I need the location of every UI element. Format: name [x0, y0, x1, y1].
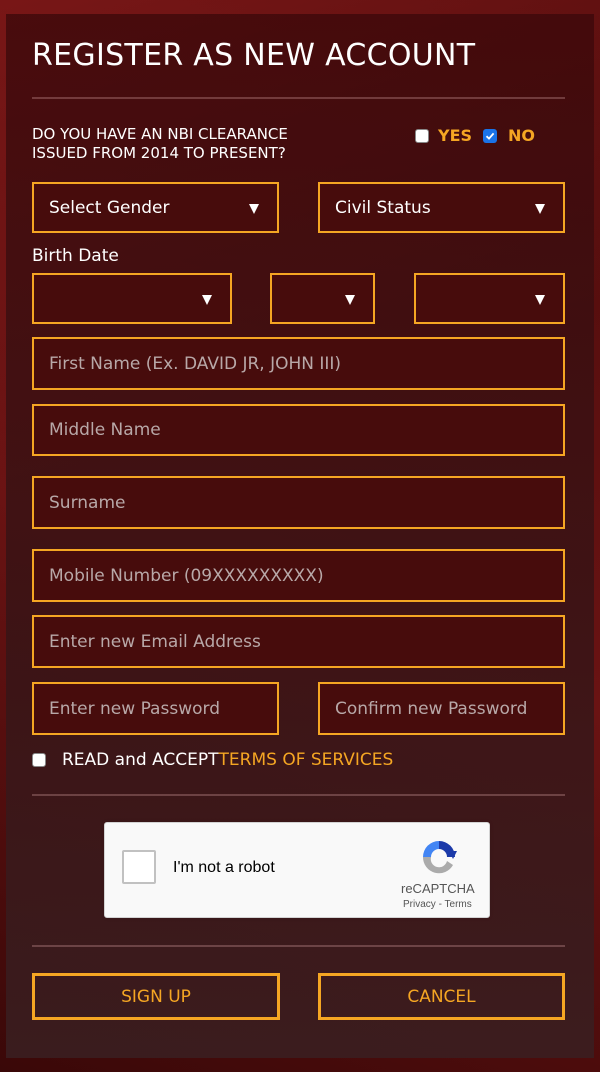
divider-top: [32, 97, 565, 99]
nbi-no-checkbox[interactable]: [483, 128, 497, 143]
dropdown-arrow-icon: [249, 203, 259, 214]
dropdown-arrow-icon: [535, 294, 545, 305]
mobile-number-input[interactable]: Mobile Number (09XXXXXXXXX): [32, 549, 565, 602]
civil-status-select[interactable]: Civil Status: [318, 182, 565, 233]
cancel-button[interactable]: CANCEL: [318, 973, 565, 1020]
confirm-password-input[interactable]: Confirm new Password: [318, 682, 565, 735]
recaptcha-brand: reCAPTCHA: [401, 881, 475, 896]
confirm-password-placeholder: Confirm new Password: [335, 698, 528, 719]
surname-placeholder: Surname: [49, 492, 126, 513]
surname-input[interactable]: Surname: [32, 476, 565, 529]
middle-name-placeholder: Middle Name: [49, 420, 161, 440]
first-name-placeholder: First Name (Ex. DAVID JR, JOHN III): [49, 353, 342, 374]
gender-select[interactable]: Select Gender: [32, 182, 279, 233]
sign-up-button[interactable]: SIGN UP: [32, 973, 280, 1020]
page-title: REGISTER AS NEW ACCOUNT: [32, 38, 476, 73]
dropdown-arrow-icon: [202, 294, 212, 305]
first-name-input[interactable]: First Name (Ex. DAVID JR, JOHN III): [32, 337, 565, 390]
nbi-question-line1: DO YOU HAVE AN NBI CLEARANCE: [32, 125, 288, 143]
recaptcha-label: I'm not a robot: [173, 859, 275, 876]
recaptcha-widget: I'm not a robot reCAPTCHA Privacy - Term…: [104, 822, 490, 918]
terms-prefix: READ and ACCEPT: [62, 750, 219, 770]
nbi-no-label[interactable]: NO: [508, 126, 535, 145]
recaptcha-logo-icon: [422, 841, 457, 874]
birth-date-label: Birth Date: [32, 246, 119, 266]
divider-bottom: [32, 945, 565, 947]
terms-row: READ and ACCEPT TERMS OF SERVICES: [32, 750, 393, 770]
nbi-yes-checkbox[interactable]: [415, 128, 429, 143]
recaptcha-links: Privacy - Terms: [403, 899, 472, 910]
nbi-question-line2: ISSUED FROM 2014 TO PRESENT?: [32, 144, 286, 162]
birth-day-select[interactable]: [270, 273, 375, 324]
email-placeholder: Enter new Email Address: [49, 631, 261, 652]
password-placeholder: Enter new Password: [49, 698, 220, 719]
middle-name-input[interactable]: Middle Name: [32, 404, 565, 456]
recaptcha-terms-link[interactable]: Terms: [445, 899, 472, 910]
recaptcha-privacy-link[interactable]: Privacy: [403, 899, 436, 910]
checkmark-icon: [485, 132, 495, 140]
nbi-no-option[interactable]: NO: [483, 126, 535, 145]
dropdown-arrow-icon: [345, 294, 355, 305]
birth-year-select[interactable]: [414, 273, 565, 324]
mobile-number-placeholder: Mobile Number (09XXXXXXXXX): [49, 565, 324, 586]
nbi-question: DO YOU HAVE AN NBI CLEARANCE ISSUED FROM…: [32, 125, 332, 163]
birth-month-select[interactable]: [32, 273, 232, 324]
divider-middle: [32, 794, 565, 796]
nbi-yes-option[interactable]: YES: [415, 126, 472, 145]
terms-of-services-link[interactable]: TERMS OF SERVICES: [219, 750, 394, 770]
recaptcha-checkbox[interactable]: [122, 850, 156, 884]
terms-checkbox[interactable]: [32, 753, 46, 767]
email-input[interactable]: Enter new Email Address: [32, 615, 565, 668]
nbi-yes-label[interactable]: YES: [438, 126, 472, 145]
recaptcha-separator: -: [435, 899, 445, 910]
civil-status-select-value: Civil Status: [335, 197, 431, 218]
gender-select-value: Select Gender: [49, 197, 170, 218]
dropdown-arrow-icon: [535, 203, 545, 214]
password-input[interactable]: Enter new Password: [32, 682, 279, 735]
